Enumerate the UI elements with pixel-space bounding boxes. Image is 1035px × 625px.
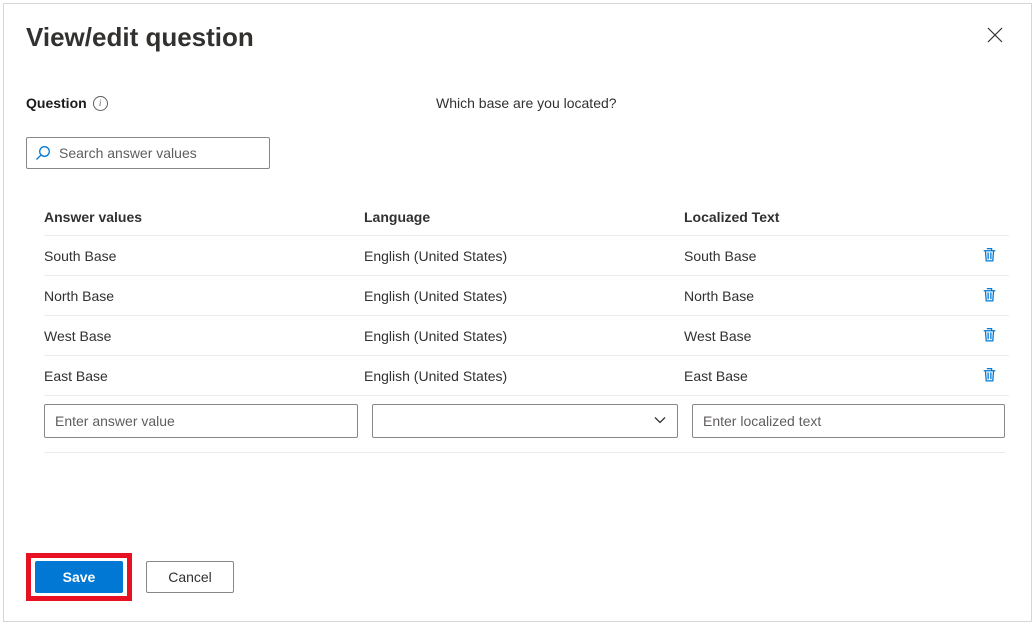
language-select[interactable] bbox=[372, 404, 678, 438]
table-row: East BaseEnglish (United States)East Bas… bbox=[44, 356, 1009, 396]
dialog-footer: Save Cancel bbox=[26, 553, 234, 601]
answer-value-input[interactable] bbox=[44, 404, 358, 438]
new-answer-row bbox=[44, 396, 1005, 453]
cell-language: English (United States) bbox=[364, 328, 684, 344]
save-highlight: Save bbox=[26, 553, 132, 601]
question-text: Which base are you located? bbox=[436, 95, 617, 111]
grid-header-row: Answer values Language Localized Text bbox=[44, 201, 1009, 236]
dialog-header: View/edit question bbox=[4, 4, 1031, 65]
delete-row-button[interactable] bbox=[969, 246, 1009, 266]
cell-language: English (United States) bbox=[364, 248, 684, 264]
search-icon bbox=[35, 145, 51, 161]
localized-text-input[interactable] bbox=[692, 404, 1005, 438]
trash-icon bbox=[981, 326, 998, 346]
delete-row-button[interactable] bbox=[969, 286, 1009, 306]
dialog-title: View/edit question bbox=[26, 22, 254, 53]
col-answer-values: Answer values bbox=[44, 209, 364, 225]
trash-icon bbox=[981, 286, 998, 306]
table-row: South BaseEnglish (United States)South B… bbox=[44, 236, 1009, 276]
cell-language: English (United States) bbox=[364, 288, 684, 304]
question-label: Question bbox=[26, 95, 87, 111]
col-localized-text: Localized Text bbox=[684, 209, 969, 225]
search-box[interactable] bbox=[26, 137, 270, 169]
answers-grid: Answer values Language Localized Text So… bbox=[44, 201, 1009, 453]
cell-localized-text: West Base bbox=[684, 328, 969, 344]
cell-answer-value: South Base bbox=[44, 248, 364, 264]
cell-answer-value: West Base bbox=[44, 328, 364, 344]
delete-row-button[interactable] bbox=[969, 366, 1009, 386]
cell-answer-value: East Base bbox=[44, 368, 364, 384]
table-row: North BaseEnglish (United States)North B… bbox=[44, 276, 1009, 316]
cancel-button[interactable]: Cancel bbox=[146, 561, 234, 593]
cell-answer-value: North Base bbox=[44, 288, 364, 304]
dialog-body: Question i Which base are you located? A… bbox=[4, 65, 1031, 453]
question-row: Question i Which base are you located? bbox=[26, 95, 1009, 111]
delete-row-button[interactable] bbox=[969, 326, 1009, 346]
table-row: West BaseEnglish (United States)West Bas… bbox=[44, 316, 1009, 356]
dialog-panel: View/edit question Question i Which base… bbox=[3, 3, 1032, 622]
info-icon[interactable]: i bbox=[93, 96, 108, 111]
cell-localized-text: North Base bbox=[684, 288, 969, 304]
close-button[interactable] bbox=[981, 23, 1009, 52]
cell-localized-text: South Base bbox=[684, 248, 969, 264]
cell-localized-text: East Base bbox=[684, 368, 969, 384]
col-language: Language bbox=[364, 209, 684, 225]
close-icon bbox=[987, 27, 1003, 43]
question-label-group: Question i bbox=[26, 95, 436, 111]
save-button[interactable]: Save bbox=[35, 561, 123, 593]
chevron-down-icon bbox=[653, 413, 667, 430]
cell-language: English (United States) bbox=[364, 368, 684, 384]
trash-icon bbox=[981, 246, 998, 266]
trash-icon bbox=[981, 366, 998, 386]
search-input[interactable] bbox=[57, 144, 261, 162]
